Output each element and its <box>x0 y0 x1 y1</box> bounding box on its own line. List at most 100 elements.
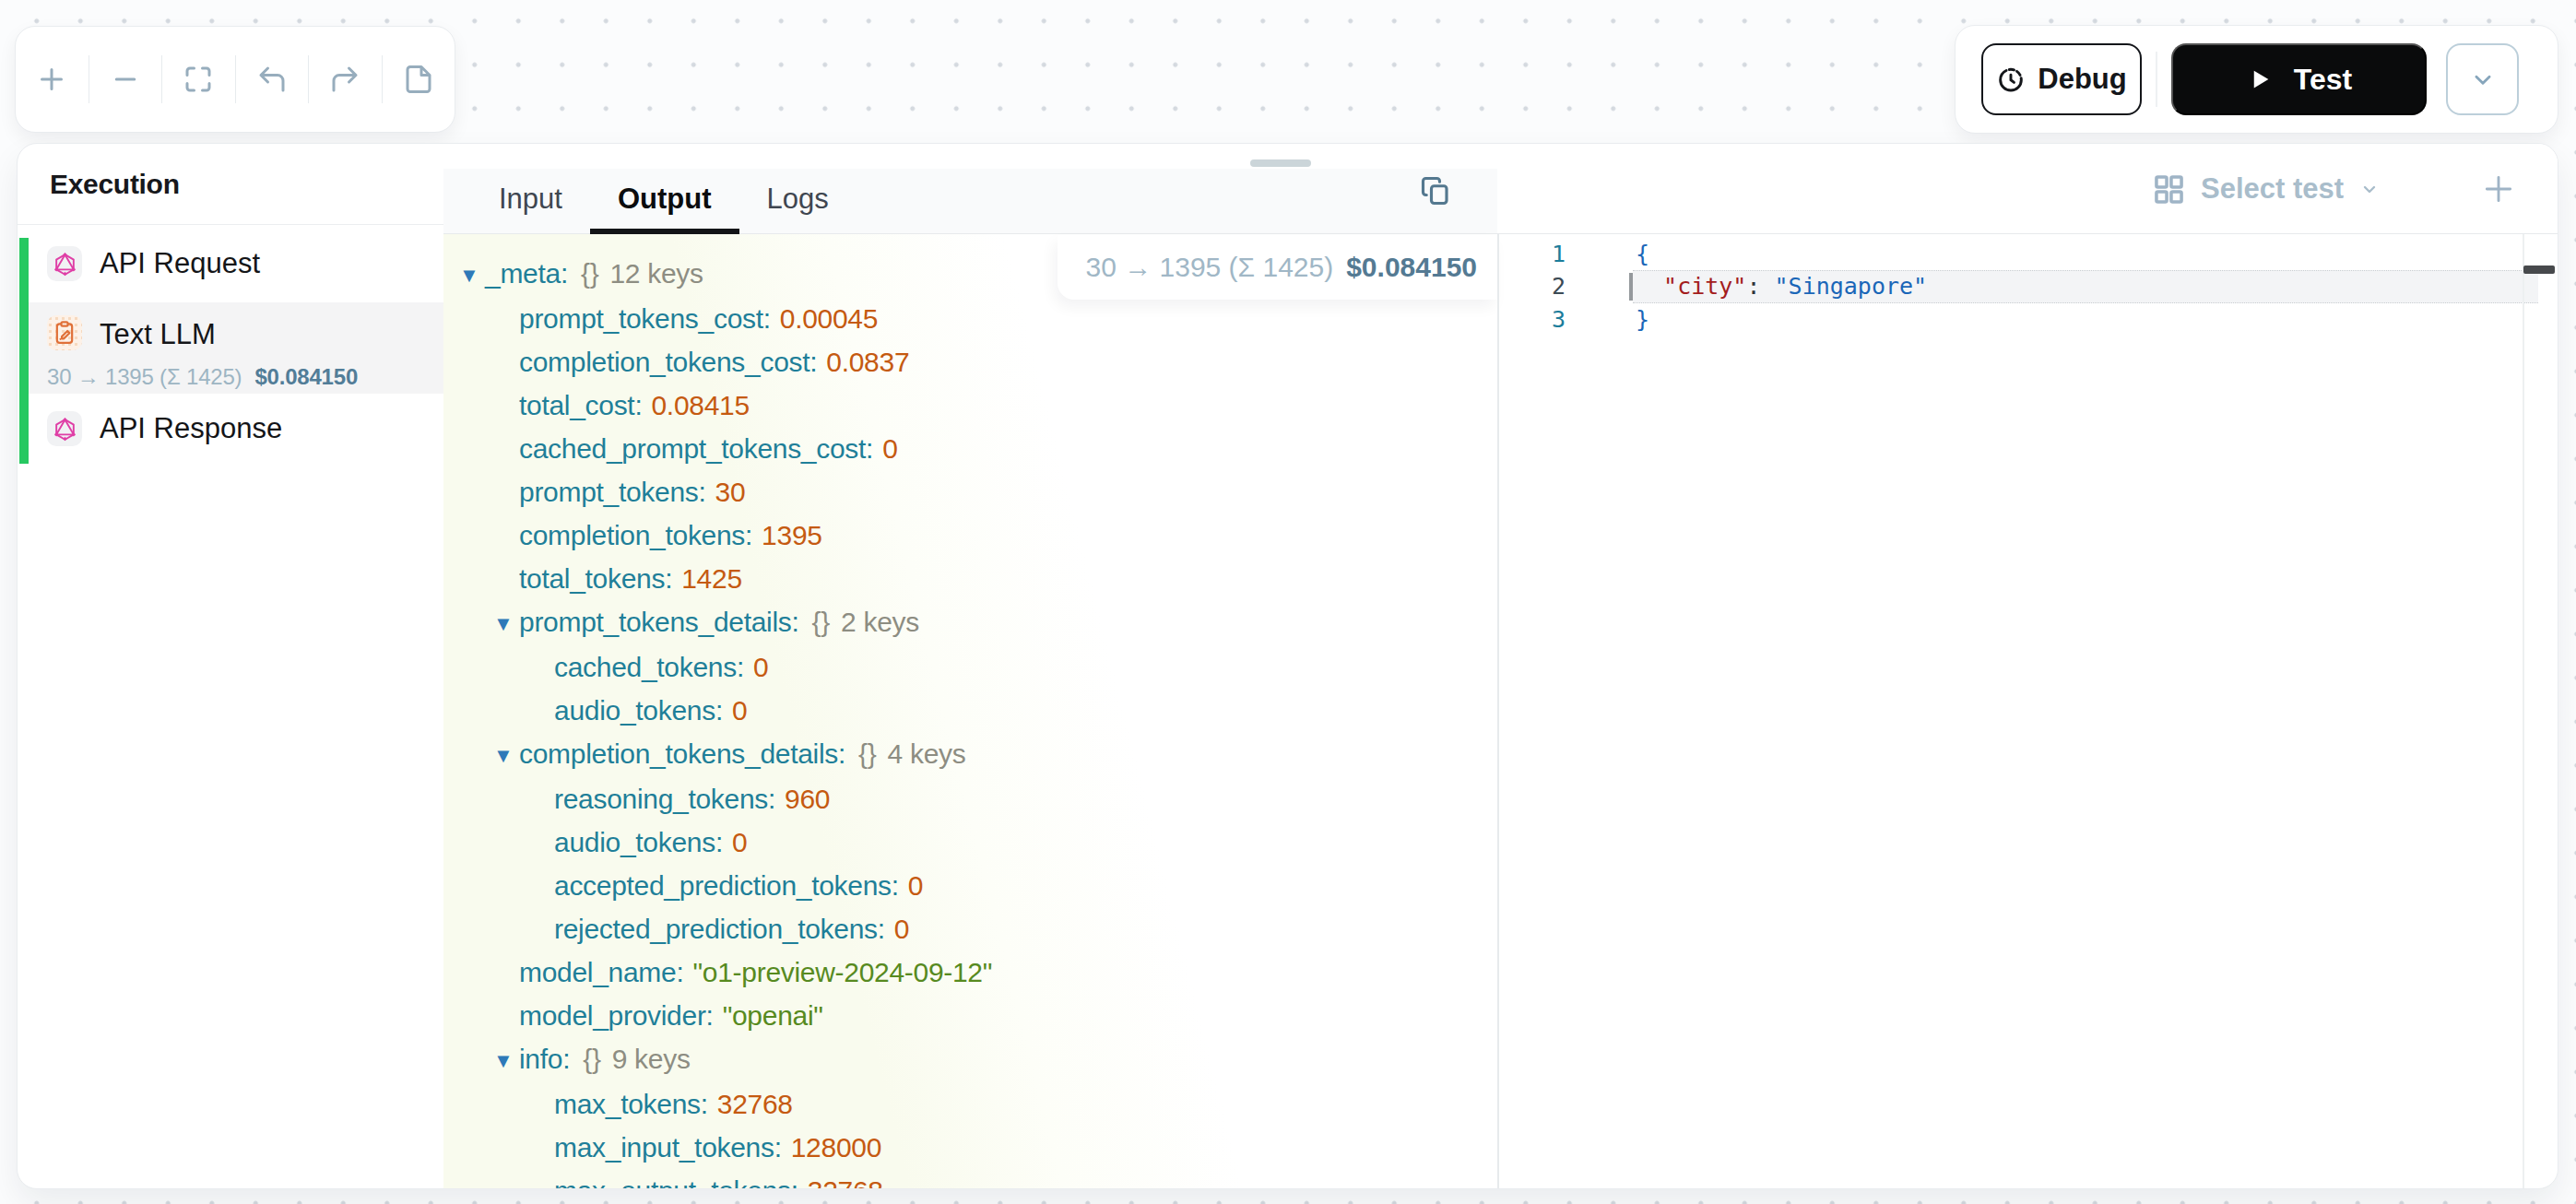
tree-row-max_output_tokens: max_output_tokens:32768 <box>443 1169 1497 1188</box>
tree-key: total_tokens <box>519 563 665 594</box>
execution-item-text-llm[interactable]: Text LLM 30 → 1395 (Σ 1425)$0.084150 <box>29 302 443 394</box>
tree-row-completion_tokens_details[interactable]: ▼completion_tokens_details:{}4 keys <box>443 732 1497 777</box>
tree-key: max_output_tokens <box>554 1175 791 1188</box>
tree-row-accepted_prediction_tokens: accepted_prediction_tokens:0 <box>443 864 1497 907</box>
key-count: 4 keys <box>888 738 966 769</box>
execution-item-api-request[interactable]: API Request <box>29 238 443 289</box>
grid-icon <box>2152 172 2186 207</box>
tree-key: audio_tokens <box>554 695 715 726</box>
test-label: Test <box>2294 63 2352 97</box>
tree-row-info[interactable]: ▼info:{}9 keys <box>443 1037 1497 1082</box>
select-test-dropdown[interactable]: Select test <box>2152 144 2381 234</box>
tree-value: 1395 <box>762 520 822 550</box>
tree-key: prompt_tokens_cost <box>519 303 763 334</box>
key-count: 9 keys <box>612 1044 691 1074</box>
notes-button[interactable] <box>383 55 455 103</box>
tree-value: 0 <box>732 695 747 726</box>
token-cost: $0.084150 <box>1346 252 1477 283</box>
tree-row-total_cost: total_cost:0.08415 <box>443 384 1497 427</box>
debug-button[interactable]: Debug <box>1981 43 2142 115</box>
select-test-label: Select test <box>2201 172 2344 206</box>
collapse-arrow-icon[interactable]: ▼ <box>493 734 519 777</box>
zoom-out-icon <box>109 63 142 96</box>
editor-line-3[interactable]: 3} <box>1497 303 2558 336</box>
tree-value: 0 <box>882 433 897 464</box>
tree-row-rejected_prediction_tokens: rejected_prediction_tokens:0 <box>443 907 1497 950</box>
execution-item-label: Text LLM <box>100 318 216 351</box>
fit-view-button[interactable] <box>162 55 236 103</box>
tree-row-completion_tokens: completion_tokens:1395 <box>443 513 1497 557</box>
run-toolbar: Debug Test <box>1955 25 2558 134</box>
tree-value: 0 <box>753 652 768 682</box>
tree-row-model_name: model_name:"o1-preview-2024-09-12" <box>443 950 1497 994</box>
fit-view-icon <box>182 63 215 96</box>
tree-key: completion_tokens_cost <box>519 347 809 377</box>
add-test-button[interactable] <box>2481 171 2516 207</box>
tab-logs[interactable]: Logs <box>739 170 857 235</box>
tab-output[interactable]: Output <box>590 170 739 235</box>
tree-key: cached_prompt_tokens_cost <box>519 433 866 464</box>
tree-value: 0.0837 <box>826 347 909 377</box>
line-number: 1 <box>1497 241 1566 267</box>
text-cursor <box>1629 273 1633 301</box>
line-number: 3 <box>1497 306 1566 333</box>
toolbar-divider <box>2156 52 2157 107</box>
test-button[interactable]: Test <box>2171 43 2427 115</box>
execution-item-stats: 30 → 1395 (Σ 1425)$0.084150 <box>47 364 358 390</box>
graphql-node-icon <box>47 246 82 281</box>
object-braces: {} <box>812 607 830 637</box>
tree-row-prompt_tokens_details[interactable]: ▼prompt_tokens_details:{}2 keys <box>443 600 1497 645</box>
tree-row-audio_tokens: audio_tokens:0 <box>443 820 1497 864</box>
execution-item-label: API Request <box>100 247 260 280</box>
redo-button[interactable] <box>309 55 383 103</box>
tree-key: total_cost <box>519 390 634 420</box>
execution-status-bar <box>19 238 29 464</box>
output-tree: ▼_meta:{}12 keysprompt_tokens_cost:0.000… <box>443 234 1497 1188</box>
tree-row-audio_tokens: audio_tokens:0 <box>443 689 1497 732</box>
tree-key: rejected_prediction_tokens <box>554 914 878 944</box>
tree-key: reasoning_tokens <box>554 784 768 814</box>
zoom-out-button[interactable] <box>89 55 163 103</box>
canvas-toolbar <box>15 26 455 133</box>
collapse-arrow-icon[interactable]: ▼ <box>493 602 519 645</box>
tree-key: cached_tokens <box>554 652 737 682</box>
key-count: 2 keys <box>841 607 919 637</box>
test-options-button[interactable] <box>2446 43 2519 115</box>
play-icon <box>2246 65 2274 93</box>
tree-row-cached_prompt_tokens_cost: cached_prompt_tokens_cost:0 <box>443 427 1497 470</box>
tree-value: 0 <box>908 870 923 901</box>
tree-value: 30 <box>715 477 746 507</box>
tree-value: "openai" <box>723 1000 823 1031</box>
undo-button[interactable] <box>236 55 310 103</box>
editor-line-2[interactable]: 2 "city": "Singapore" <box>1497 270 2558 303</box>
inspector-panel: InputOutputLogs ▼_meta:{}12 keysprompt_t… <box>443 144 1497 1188</box>
tree-row-max_input_tokens: max_input_tokens:128000 <box>443 1126 1497 1169</box>
test-panel: 1{2 "city": "Singapore"3} Select test <box>1497 144 2558 1188</box>
key-count: 12 keys <box>609 258 703 289</box>
editor-line-1[interactable]: 1{ <box>1497 238 2558 271</box>
tree-value: 960 <box>785 784 830 814</box>
test-json-editor[interactable]: 1{2 "city": "Singapore"3} <box>1497 234 2558 1188</box>
tree-key: max_input_tokens <box>554 1132 774 1163</box>
editor-scrollbar-track[interactable] <box>2523 234 2524 1188</box>
inspector-header-top <box>443 144 1497 169</box>
chevron-down-small-icon <box>2358 178 2381 200</box>
debug-label: Debug <box>2038 63 2126 96</box>
collapse-arrow-icon[interactable]: ▼ <box>459 254 485 297</box>
sheet-drag-handle[interactable] <box>1250 159 1311 167</box>
tree-row-reasoning_tokens: reasoning_tokens:960 <box>443 777 1497 820</box>
copy-button[interactable] <box>1419 174 1452 207</box>
editor-scrollbar-thumb[interactable] <box>2523 266 2555 274</box>
execution-item-api-response[interactable]: API Response <box>29 394 443 464</box>
tree-row-prompt_tokens: prompt_tokens:30 <box>443 470 1497 513</box>
collapse-arrow-icon[interactable]: ▼ <box>493 1039 519 1082</box>
tree-row-max_tokens: max_tokens:32768 <box>443 1082 1497 1126</box>
tree-value: 0 <box>732 827 747 857</box>
inspector-header: InputOutputLogs <box>443 144 1497 234</box>
tree-row-prompt_tokens_cost: prompt_tokens_cost:0.00045 <box>443 297 1497 340</box>
notes-icon <box>402 63 435 96</box>
tab-input[interactable]: Input <box>471 170 590 235</box>
zoom-in-button[interactable] <box>16 55 89 103</box>
tree-key: prompt_tokens_details <box>519 607 792 637</box>
test-panel-header: Select test <box>1497 144 2558 234</box>
